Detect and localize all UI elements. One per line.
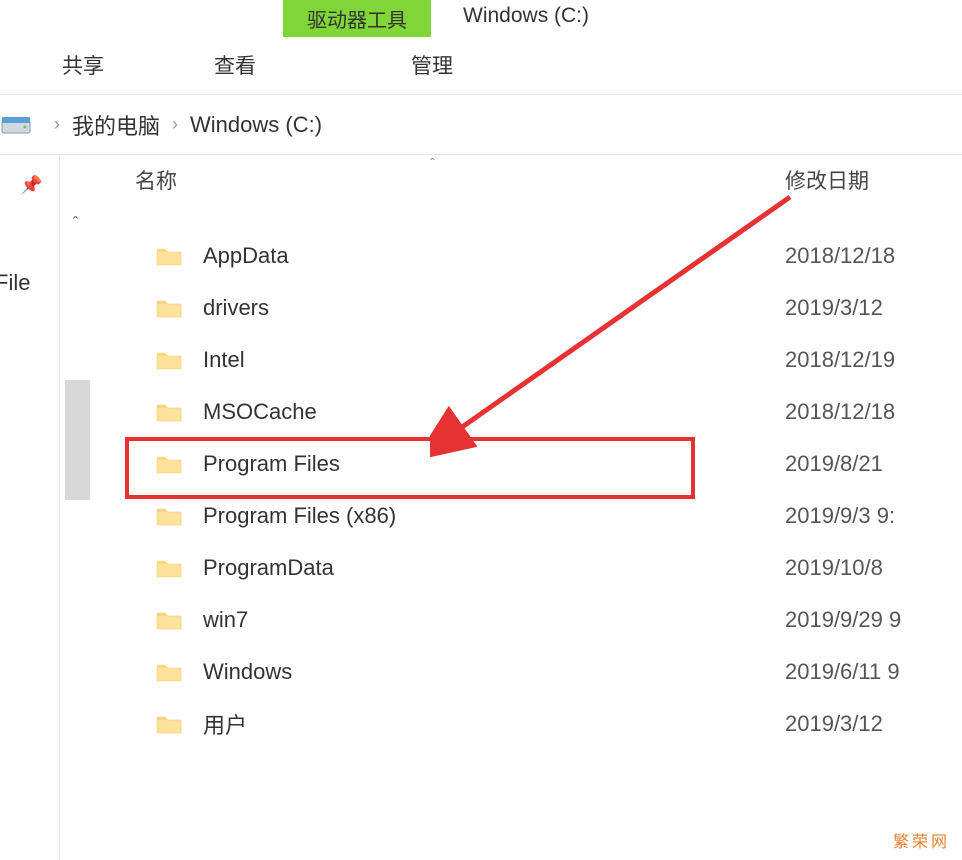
folder-icon: [155, 401, 183, 423]
file-date: 2018/12/18: [785, 243, 895, 269]
file-date: 2019/6/11 9: [785, 659, 900, 685]
file-row[interactable]: Program Files 2019/8/21: [60, 438, 962, 490]
window-title: Windows (C:): [463, 4, 589, 28]
column-date-header[interactable]: 修改日期: [785, 165, 869, 195]
sidebar: 📌 File: [0, 155, 60, 860]
column-name-header[interactable]: 名称: [135, 165, 177, 195]
folder-icon: [155, 661, 183, 683]
file-name: 用户: [203, 708, 247, 740]
file-row[interactable]: Intel 2018/12/19: [60, 334, 962, 386]
file-row[interactable]: win7 2019/9/29 9: [60, 594, 962, 646]
folder-icon: [155, 245, 183, 267]
file-date: 2018/12/19: [785, 347, 895, 373]
file-name: ProgramData: [203, 555, 334, 581]
sidebar-file-label[interactable]: File: [0, 270, 30, 296]
file-name: Program Files (x86): [203, 503, 396, 529]
file-panel: ˆ 名称 修改日期 AppData 2018/12/18 drivers 2019/3…: [60, 155, 962, 860]
file-name: AppData: [203, 243, 289, 269]
folder-icon: [155, 505, 183, 527]
drive-icon: [0, 115, 32, 135]
breadcrumb-drive[interactable]: Windows (C:): [190, 112, 322, 138]
file-row[interactable]: Program Files (x86) 2019/9/3 9:: [60, 490, 962, 542]
column-headers: ˆ 名称 修改日期: [60, 155, 962, 205]
file-date: 2019/10/8: [785, 555, 883, 581]
file-date: 2019/9/3 9:: [785, 503, 895, 529]
chevron-icon: ›: [54, 114, 60, 135]
drive-tools-tab[interactable]: 驱动器工具: [283, 0, 431, 37]
address-bar[interactable]: › 我的电脑 › Windows (C:): [0, 95, 962, 155]
file-row[interactable]: 用户 2019/3/12: [60, 698, 962, 750]
file-date: 2018/12/18: [785, 399, 895, 425]
file-row[interactable]: Windows 2019/6/11 9: [60, 646, 962, 698]
title-bar: 驱动器工具 Windows (C:): [0, 0, 962, 35]
folder-icon: [155, 609, 183, 631]
file-name: Program Files: [203, 451, 340, 477]
breadcrumb-my-computer[interactable]: 我的电脑: [72, 109, 160, 141]
file-row[interactable]: drivers 2019/3/12: [60, 282, 962, 334]
file-date: 2019/3/12: [785, 295, 883, 321]
file-list: AppData 2018/12/18 drivers 2019/3/12 Intel 20…: [60, 205, 962, 750]
file-date: 2019/3/12: [785, 711, 883, 737]
folder-icon: [155, 557, 183, 579]
tab-view[interactable]: 查看: [184, 40, 286, 90]
file-name: drivers: [203, 295, 269, 321]
chevron-icon: ›: [172, 114, 178, 135]
file-row[interactable]: MSOCache 2018/12/18: [60, 386, 962, 438]
sort-indicator-icon[interactable]: ˆ: [430, 155, 435, 171]
file-date: 2019/9/29 9: [785, 607, 901, 633]
pin-icon[interactable]: 📌: [20, 175, 42, 196]
tab-manage[interactable]: 管理: [381, 40, 483, 90]
file-name: MSOCache: [203, 399, 317, 425]
content-area: 📌 File ˆ ˆ 名称 修改日期 AppData 2018/12/18 driv…: [0, 155, 962, 860]
folder-icon: [155, 349, 183, 371]
ribbon-tabs: 共享 查看 管理: [0, 35, 962, 95]
watermark: 繁荣网: [893, 828, 950, 852]
file-row[interactable]: ProgramData 2019/10/8: [60, 542, 962, 594]
folder-icon: [155, 453, 183, 475]
folder-icon: [155, 297, 183, 319]
file-row[interactable]: AppData 2018/12/18: [60, 230, 962, 282]
file-name: Intel: [203, 347, 245, 373]
folder-icon: [155, 713, 183, 735]
file-date: 2019/8/21: [785, 451, 883, 477]
file-name: Windows: [203, 659, 292, 685]
file-name: win7: [203, 607, 248, 633]
tab-share[interactable]: 共享: [32, 40, 134, 90]
